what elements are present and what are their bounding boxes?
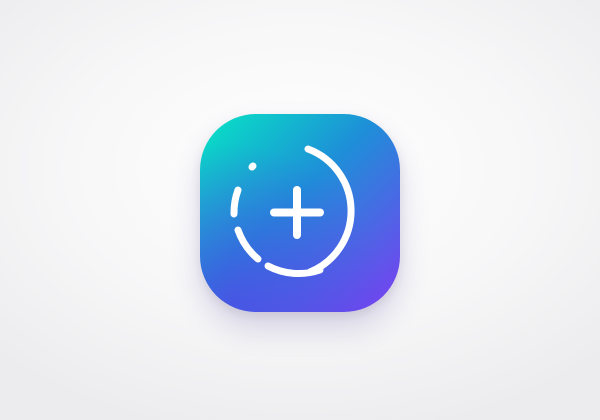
app-icon-container	[200, 114, 400, 312]
story-add-icon	[200, 114, 400, 312]
ring-dot-top-left	[248, 162, 257, 171]
story-add-app-icon[interactable]	[200, 114, 400, 312]
ring-arc-left	[230, 186, 242, 218]
